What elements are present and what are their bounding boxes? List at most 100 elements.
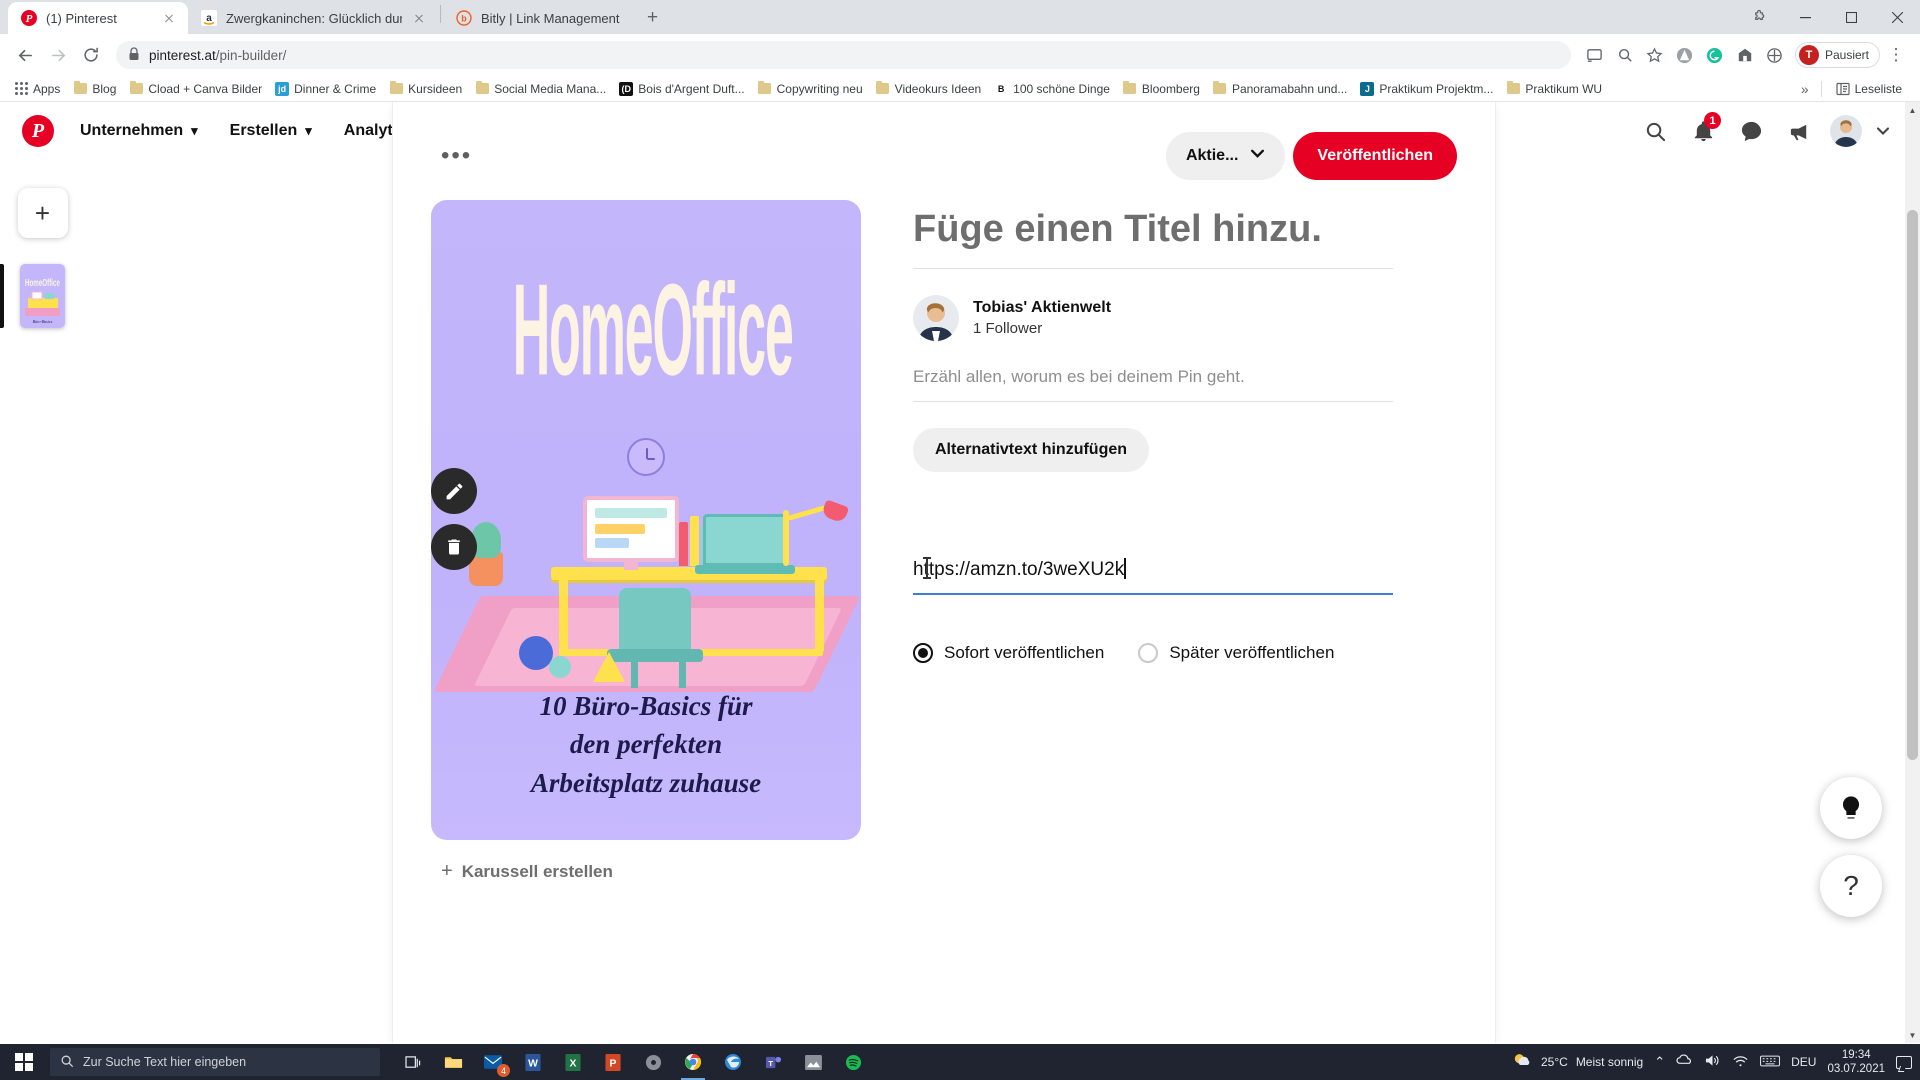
bookmark-dinner-crime[interactable]: jd Dinner & Crime bbox=[269, 80, 382, 98]
extensions-icon[interactable] bbox=[1761, 41, 1789, 69]
bookmark-apps[interactable]: Apps bbox=[8, 80, 66, 98]
pin-title-input[interactable]: Füge einen Titel hinzu. bbox=[913, 206, 1393, 269]
bookmark-bois-argent[interactable]: (D Bois d'Argent Duft... bbox=[613, 80, 750, 98]
bookmark-videokurs[interactable]: Videokurs Ideen bbox=[870, 80, 988, 98]
create-carousel-button[interactable]: + Karussell erstellen bbox=[431, 840, 861, 883]
close-window-button[interactable] bbox=[1874, 0, 1920, 34]
page-scrollbar[interactable]: ▲ ▼ bbox=[1905, 102, 1920, 1043]
radio-dot-selected[interactable] bbox=[913, 642, 933, 663]
profile-chip[interactable]: T Pausiert bbox=[1794, 42, 1880, 68]
excel-icon[interactable]: X bbox=[554, 1044, 592, 1080]
add-alt-text-button[interactable]: Alternativtext hinzufügen bbox=[913, 427, 1150, 472]
photos-icon[interactable] bbox=[794, 1044, 832, 1080]
pin-link-input[interactable]: https://amzn.to/3weXU2k bbox=[913, 556, 1393, 595]
bookmark-label: Cload + Canva Bilder bbox=[148, 81, 263, 96]
chrome-icon[interactable] bbox=[674, 1044, 712, 1080]
onedrive-icon[interactable] bbox=[1676, 1053, 1693, 1071]
taskbar-clock[interactable]: 19:34 03.07.2021 bbox=[1827, 1048, 1885, 1077]
reload-button[interactable] bbox=[76, 40, 106, 70]
close-icon[interactable] bbox=[161, 10, 177, 26]
language-indicator[interactable]: DEU bbox=[1791, 1055, 1816, 1069]
maximize-button[interactable] bbox=[1828, 0, 1874, 34]
task-view-icon[interactable] bbox=[394, 1044, 432, 1080]
chevron-down-icon[interactable] bbox=[1868, 110, 1898, 152]
publish-button[interactable]: Veröffentlichen bbox=[1293, 132, 1457, 180]
address-bar[interactable]: pinterest.at/pin-builder/ bbox=[116, 41, 1571, 69]
pencil-icon[interactable] bbox=[431, 468, 477, 514]
bookmark-cloud-canva[interactable]: Cload + Canva Bilder bbox=[123, 80, 268, 98]
notification-icon[interactable] bbox=[1896, 1055, 1912, 1069]
minimize-button[interactable] bbox=[1782, 0, 1828, 34]
carousel-label: Karussell erstellen bbox=[461, 861, 613, 881]
tray-expand-icon[interactable]: ⌃ bbox=[1654, 1054, 1665, 1070]
bookmark-praktikum-wu[interactable]: Praktikum WU bbox=[1500, 80, 1608, 98]
caption-line-1: 10 Büro-Basics für bbox=[539, 691, 753, 722]
star-icon[interactable] bbox=[1641, 41, 1669, 69]
radio-dot[interactable] bbox=[1138, 642, 1159, 663]
chrome-menu-button[interactable]: ⋮ bbox=[1882, 41, 1910, 69]
bookmark-copywriting[interactable]: Copywriting neu bbox=[752, 80, 869, 98]
volume-icon[interactable] bbox=[1704, 1053, 1721, 1071]
add-pin-button[interactable]: + bbox=[17, 188, 68, 238]
close-icon[interactable] bbox=[411, 10, 427, 26]
taskbar-search-input[interactable]: Zur Suche Text hier eingeben bbox=[50, 1048, 380, 1076]
browser-tab-pinterest[interactable]: P (1) Pinterest bbox=[8, 2, 188, 34]
help-fab-button[interactable]: ? bbox=[1820, 855, 1882, 917]
screencast-icon[interactable] bbox=[1581, 41, 1609, 69]
forward-button[interactable] bbox=[43, 40, 73, 70]
scroll-down-icon[interactable]: ▼ bbox=[1905, 1027, 1920, 1043]
mail-icon[interactable]: 4 bbox=[474, 1044, 512, 1080]
reading-list-button[interactable]: Leseliste bbox=[1830, 80, 1908, 98]
search-icon[interactable] bbox=[1634, 110, 1676, 152]
pin-thumbnail[interactable]: HomeOffice Büro-Basics bbox=[20, 264, 65, 328]
scroll-up-icon[interactable]: ▲ bbox=[1905, 102, 1920, 118]
browser-tab-bitly[interactable]: b Bitly | Link Management bbox=[443, 2, 631, 34]
powerpoint-icon[interactable]: P bbox=[594, 1044, 632, 1080]
back-button[interactable] bbox=[10, 40, 40, 70]
bookmark-label: Panoramabahn und... bbox=[1231, 81, 1348, 96]
bookmark-blog[interactable]: Blog bbox=[67, 80, 122, 98]
new-tab-button[interactable]: + bbox=[639, 4, 667, 32]
file-explorer-icon[interactable] bbox=[434, 1044, 472, 1080]
bell-icon[interactable]: 1 bbox=[1682, 110, 1724, 152]
avatar[interactable] bbox=[1830, 115, 1862, 147]
word-icon[interactable]: W bbox=[514, 1044, 552, 1080]
bookmark-label: Kursideen bbox=[408, 81, 463, 96]
radio-publish-now[interactable]: Sofort veröffentlichen bbox=[913, 642, 1104, 663]
bookmark-100-schoene-dinge[interactable]: B 100 schöne Dinge bbox=[988, 80, 1116, 98]
bookmark-bloomberg[interactable]: Bloomberg bbox=[1117, 80, 1206, 98]
author-avatar[interactable] bbox=[913, 294, 959, 341]
pinterest-logo[interactable]: P bbox=[22, 115, 54, 147]
bookmark-praktikum-projektm[interactable]: J Praktikum Projektm... bbox=[1354, 80, 1499, 98]
bookmarks-overflow-button[interactable]: » bbox=[1797, 81, 1813, 97]
vault-icon[interactable] bbox=[1731, 41, 1759, 69]
bookmark-kursideen[interactable]: Kursideen bbox=[383, 80, 468, 98]
nav-item-erstellen[interactable]: Erstellen ▾ bbox=[214, 112, 328, 150]
teams-icon[interactable]: T bbox=[754, 1044, 792, 1080]
zoom-icon[interactable] bbox=[1611, 41, 1639, 69]
bookmark-social-media[interactable]: Social Media Mana... bbox=[469, 80, 612, 98]
edge-icon[interactable] bbox=[714, 1044, 752, 1080]
pin-description-input[interactable]: Erzähl allen, worum es bei deinem Pin ge… bbox=[913, 367, 1393, 402]
radio-publish-later[interactable]: Später veröffentlichen bbox=[1138, 642, 1334, 663]
spotify-icon[interactable] bbox=[834, 1044, 872, 1080]
chat-icon[interactable] bbox=[1730, 110, 1772, 152]
weather-widget[interactable]: 25°C Meist sonnig bbox=[1513, 1052, 1643, 1072]
nav-item-unternehmen[interactable]: Unternehmen ▾ bbox=[64, 112, 214, 150]
wifi-icon[interactable] bbox=[1732, 1054, 1749, 1071]
keyboard-icon[interactable] bbox=[1760, 1054, 1781, 1071]
megaphone-icon[interactable] bbox=[1778, 110, 1820, 152]
grammarly-icon[interactable] bbox=[1701, 41, 1729, 69]
overflow-menu-button[interactable]: ••• bbox=[431, 144, 482, 168]
extension-puzzle-icon[interactable] bbox=[1736, 0, 1782, 34]
avast-icon[interactable] bbox=[1671, 41, 1699, 69]
tips-fab-button[interactable] bbox=[1820, 777, 1882, 839]
browser-tab-amazon[interactable]: a Zwergkaninchen: Glücklich durch bbox=[188, 2, 438, 34]
cd-icon[interactable] bbox=[634, 1044, 672, 1080]
pin-image-preview[interactable]: HomeOffice 10 Büro-Basics für den perfek… bbox=[431, 200, 861, 840]
bookmark-panoramabahn[interactable]: Panoramabahn und... bbox=[1207, 80, 1353, 98]
windows-icon[interactable] bbox=[0, 1044, 48, 1080]
trash-icon[interactable] bbox=[431, 524, 477, 570]
actions-dropdown-button[interactable]: Aktie... bbox=[1165, 132, 1286, 180]
scrollbar-thumb[interactable] bbox=[1907, 210, 1918, 760]
